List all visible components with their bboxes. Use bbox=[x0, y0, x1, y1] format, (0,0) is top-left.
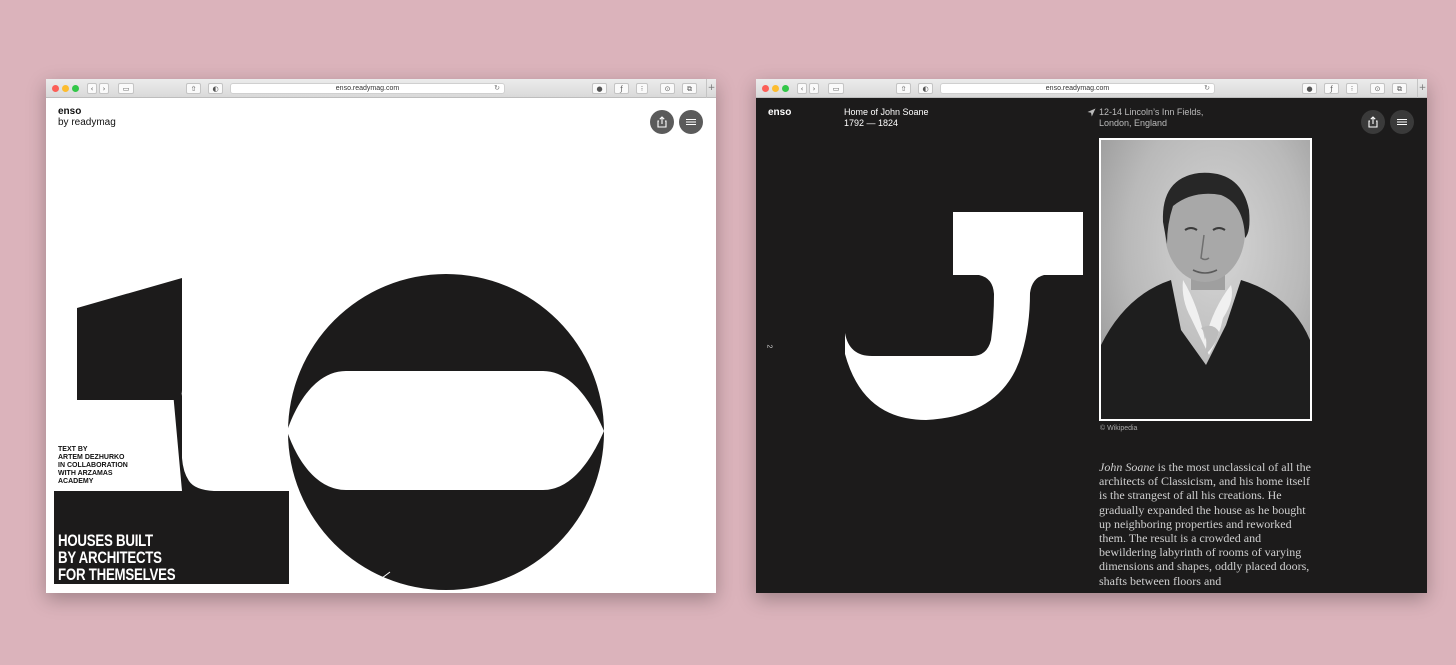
title-line: FOR THEMSELVES bbox=[58, 565, 176, 584]
browser-window-right: ‹ › ▭ ⇧ ◐ enso.readymag.com ↻ ● ƒ ⁝ ⊙ ⧉ … bbox=[756, 79, 1427, 593]
house-address: 12-14 Lincoln’s Inn Fields, London, Engl… bbox=[1099, 107, 1229, 129]
sidebar-icon[interactable]: ▭ bbox=[118, 83, 134, 94]
new-tab-icon[interactable]: + bbox=[1417, 79, 1427, 98]
title-line: BY ARCHITECTS bbox=[58, 548, 162, 567]
article-lead: John Soane bbox=[1099, 460, 1155, 474]
new-tab-icon[interactable]: + bbox=[706, 79, 716, 98]
info-icon[interactable]: ⁝ bbox=[636, 83, 648, 94]
download-icon[interactable]: ● bbox=[1302, 83, 1317, 94]
browser-toolbar: ‹ › ▭ ⇧ ◐ enso.readymag.com ↻ ● ƒ ⁝ ⊙ ⧉ … bbox=[756, 79, 1427, 98]
john-soane-portrait bbox=[1101, 172, 1310, 419]
close-window-button[interactable] bbox=[52, 85, 59, 92]
download-icon[interactable]: ● bbox=[592, 83, 607, 94]
info-icon[interactable]: ⁝ bbox=[1346, 83, 1358, 94]
digit-zero-counter bbox=[287, 371, 604, 490]
image-caption: © Wikipedia bbox=[1100, 425, 1138, 432]
reload-icon[interactable]: ↻ bbox=[1204, 84, 1210, 94]
close-window-button[interactable] bbox=[762, 85, 769, 92]
share-icon bbox=[1368, 116, 1378, 128]
privacy-icon[interactable]: ⊙ bbox=[660, 83, 675, 94]
address-bar[interactable]: enso.readymag.com ↻ bbox=[230, 83, 505, 94]
address-line: London, England bbox=[1099, 118, 1168, 128]
credits-line: IN COLLABORATION bbox=[58, 462, 128, 469]
forward-icon[interactable]: › bbox=[99, 83, 109, 94]
article-body: John Soane is the most unclassical of al… bbox=[1099, 460, 1314, 588]
zoom-window-button[interactable] bbox=[782, 85, 789, 92]
portrait-image bbox=[1099, 138, 1312, 421]
tabs-icon[interactable]: ⧉ bbox=[682, 83, 697, 94]
url-text: enso.readymag.com bbox=[1045, 85, 1110, 92]
credits-line: WITH ARZAMAS bbox=[58, 470, 113, 477]
tabs-icon[interactable]: ⧉ bbox=[1392, 83, 1407, 94]
address-line: 12-14 Lincoln’s Inn Fields, bbox=[1099, 107, 1204, 117]
enso-cover-page: enso by readymag TEXT BY ARTEM DEZHURKO … bbox=[46, 98, 716, 593]
big-letter-graphic bbox=[845, 212, 1083, 420]
reader-icon[interactable]: ◐ bbox=[208, 83, 223, 94]
privacy-icon[interactable]: ⊙ bbox=[1370, 83, 1385, 94]
minimize-window-button[interactable] bbox=[772, 85, 779, 92]
url-text: enso.readymag.com bbox=[335, 85, 400, 92]
browser-window-left: ‹ › ▭ ⇧ ◐ enso.readymag.com ↻ ● ƒ ⁝ ⊙ ⧉ … bbox=[46, 79, 716, 593]
article-text: is the most unclassical of all the archi… bbox=[1099, 460, 1311, 588]
share-toolbar-icon[interactable]: ⇧ bbox=[186, 83, 201, 94]
credits-line: ARTEM DEZHURKO bbox=[58, 454, 125, 461]
zoom-window-button[interactable] bbox=[72, 85, 79, 92]
extension-icon[interactable]: ƒ bbox=[614, 83, 629, 94]
extension-icon[interactable]: ƒ bbox=[1324, 83, 1339, 94]
reload-icon[interactable]: ↻ bbox=[494, 84, 500, 94]
menu-button[interactable] bbox=[1390, 110, 1414, 134]
back-icon[interactable]: ‹ bbox=[87, 83, 97, 94]
credits-line: ACADEMY bbox=[58, 478, 94, 485]
share-button[interactable] bbox=[1361, 110, 1385, 134]
reader-icon[interactable]: ◐ bbox=[918, 83, 933, 94]
title-line: HOUSES BUILT bbox=[58, 531, 153, 550]
browser-toolbar: ‹ › ▭ ⇧ ◐ enso.readymag.com ↻ ● ƒ ⁝ ⊙ ⧉ … bbox=[46, 79, 716, 98]
hamburger-menu-icon bbox=[1397, 118, 1407, 126]
credits-line: TEXT BY bbox=[58, 446, 88, 453]
enso-house-page: enso Home of John Soane 1792 — 1824 12-1… bbox=[756, 98, 1427, 593]
address-bar[interactable]: enso.readymag.com ↻ bbox=[940, 83, 1215, 94]
credits-block: TEXT BY ARTEM DEZHURKO IN COLLABORATION … bbox=[58, 446, 138, 486]
title-block: HOUSES BUILT BY ARCHITECTS FOR THEMSELVE… bbox=[54, 491, 289, 584]
minimize-window-button[interactable] bbox=[62, 85, 69, 92]
letter-j-shape bbox=[845, 212, 1083, 420]
share-toolbar-icon[interactable]: ⇧ bbox=[896, 83, 911, 94]
back-icon[interactable]: ‹ bbox=[797, 83, 807, 94]
forward-icon[interactable]: › bbox=[809, 83, 819, 94]
sidebar-icon[interactable]: ▭ bbox=[828, 83, 844, 94]
